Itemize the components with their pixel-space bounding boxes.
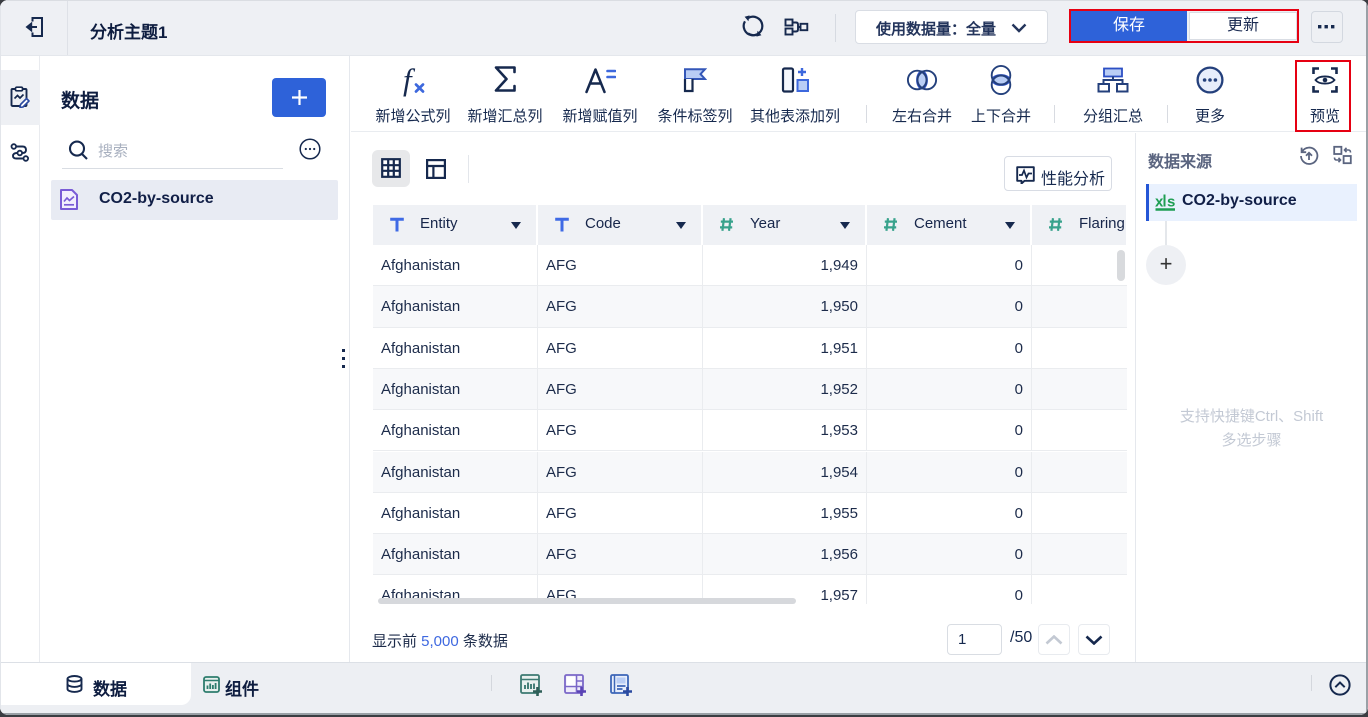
svg-text:x: x: [1155, 194, 1164, 211]
svg-text:f: f: [403, 63, 416, 97]
svg-text:s: s: [1167, 194, 1175, 211]
